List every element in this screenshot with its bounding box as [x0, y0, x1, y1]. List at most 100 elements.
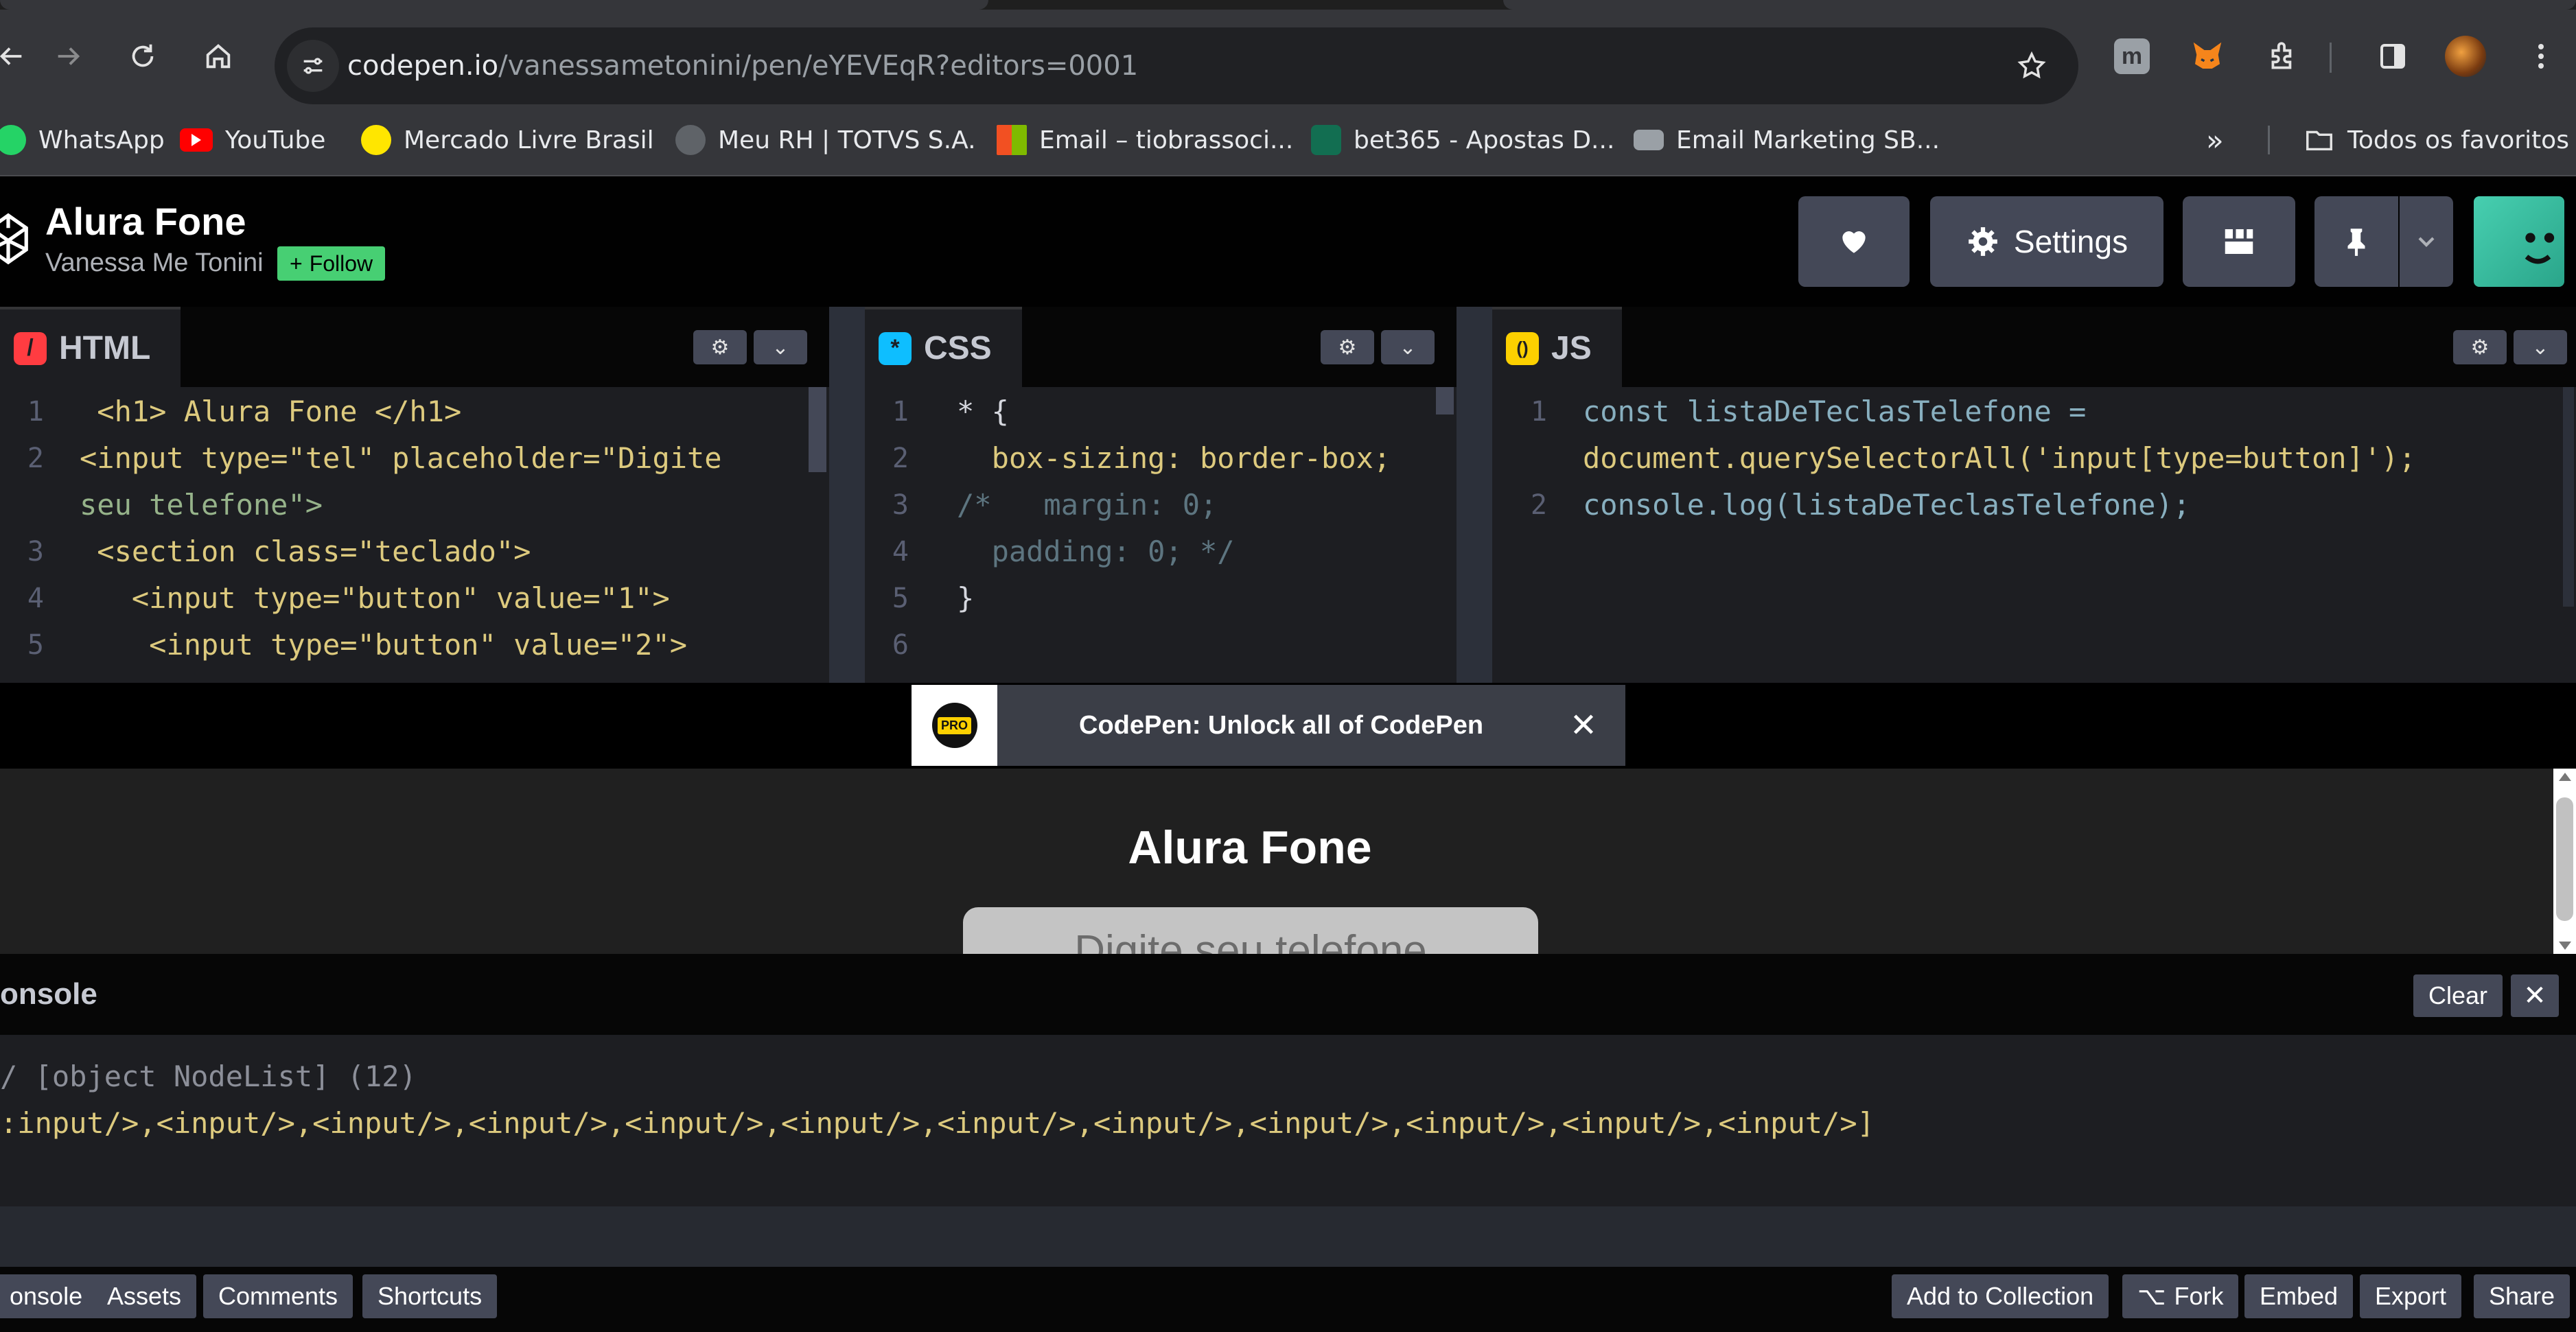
settings-button[interactable]: Settings [1930, 196, 2163, 287]
line-number: 2 [892, 443, 909, 474]
codepen-logo-icon[interactable] [0, 210, 30, 268]
css-editor: * CSS ⚙ ⌄ 1 2 3 4 5 6 * { box-sizing: bo… [865, 307, 1457, 683]
html-code-area[interactable]: 1 2 3 4 5 <h1> Alura Fone </h1> <input t… [0, 387, 829, 683]
site-info-icon[interactable] [287, 40, 339, 92]
pin-button[interactable] [2314, 196, 2398, 287]
code-line: } [957, 581, 975, 615]
more-bookmarks-chevron-icon[interactable]: » [2206, 105, 2224, 175]
pin-dropdown-button[interactable] [2400, 196, 2453, 287]
footer-button-label: Fork [2174, 1282, 2224, 1310]
share-button[interactable]: Share [2474, 1274, 2571, 1318]
html-editor: / HTML ⚙ ⌄ 1 2 3 4 5 <h1> Alura Fone </h… [0, 307, 829, 683]
bookmark-label: Mercado Livre Brasil [404, 126, 654, 154]
css-tab-label: CSS [924, 330, 992, 366]
css-code-area[interactable]: 1 2 3 4 5 6 * { box-sizing: border-box; … [865, 387, 1457, 683]
bookmark-youtube[interactable]: YouTube [180, 105, 325, 175]
editor-resizer[interactable] [1457, 307, 1492, 683]
js-settings-gear-icon[interactable]: ⚙ [2453, 330, 2507, 364]
footer-assets-button[interactable]: Assets [92, 1274, 197, 1318]
footer-comments-button[interactable]: Comments [203, 1274, 353, 1318]
preview-scrollbar[interactable] [2553, 769, 2576, 954]
html-scrollbar[interactable] [809, 387, 826, 472]
footer-shortcuts-button[interactable]: Shortcuts [362, 1274, 498, 1318]
browser-tab[interactable] [0, 0, 988, 10]
footer-console-button[interactable]: onsole [0, 1274, 98, 1318]
home-icon[interactable] [192, 30, 244, 82]
extension-m-icon[interactable]: m [2106, 30, 2158, 82]
css-settings-gear-icon[interactable]: ⚙ [1321, 330, 1374, 364]
line-number: 5 [892, 583, 909, 614]
console-clear-button[interactable]: Clear [2413, 974, 2503, 1017]
reload-icon[interactable] [117, 30, 169, 82]
console-close-icon[interactable]: ✕ [2511, 974, 2559, 1017]
bookmark-email-microsoft[interactable]: Email – tiobrassoci... [997, 105, 1293, 175]
bookmarks-bar: WhatsApp YouTube Mercado Livre Brasil Me… [0, 105, 2576, 176]
css-lang-icon: * [879, 331, 912, 365]
css-scrollbar[interactable] [1436, 387, 1454, 414]
all-bookmarks-folder[interactable]: Todos os favoritos [2304, 105, 2569, 175]
embed-button[interactable]: Embed [2244, 1274, 2354, 1318]
bookmark-whatsapp[interactable]: WhatsApp [0, 105, 165, 175]
forward-icon[interactable] [43, 30, 95, 82]
whatsapp-icon [0, 125, 26, 155]
css-options-chevron-down-icon[interactable]: ⌄ [1381, 330, 1435, 364]
js-scrollbar[interactable] [2563, 387, 2574, 607]
bookmark-mercado-livre[interactable]: Mercado Livre Brasil [361, 105, 654, 175]
footer-button-label: Embed [2260, 1282, 2339, 1310]
console-input-area[interactable] [0, 1206, 2576, 1267]
js-code-area[interactable]: 1 2 const listaDeTeclasTelefone = docume… [1492, 387, 2576, 683]
follow-button[interactable]: + Follow [277, 246, 386, 281]
code-line: * { [957, 395, 1009, 428]
editor-resizer[interactable] [829, 307, 865, 683]
url-text[interactable]: codepen.io/vanessametonini/pen/eYEVEqR?e… [347, 27, 1138, 104]
export-button[interactable]: Export [2360, 1274, 2462, 1318]
js-options-chevron-down-icon[interactable]: ⌄ [2514, 330, 2567, 364]
promo-banner[interactable]: PRO CodePen: Unlock all of CodePen ✕ [912, 685, 1625, 766]
user-avatar[interactable] [2474, 196, 2564, 287]
line-number: 2 [1530, 489, 1547, 521]
close-icon[interactable]: ✕ [1566, 708, 1601, 744]
browser-tab[interactable] [1503, 0, 2576, 10]
bookmark-label: Meu RH | TOTVS S.A. [718, 126, 976, 154]
bookmark-email-marketing[interactable]: Email Marketing SB... [1634, 105, 1940, 175]
bookmark-bet365[interactable]: bet365 - Apostas D... [1311, 105, 1614, 175]
code-line: padding: 0; */ [957, 535, 1235, 568]
bookmark-totvs[interactable]: Meu RH | TOTVS S.A. [675, 105, 976, 175]
line-number: 3 [27, 536, 44, 568]
star-icon[interactable] [2006, 40, 2058, 92]
extensions-icon[interactable] [2257, 30, 2309, 82]
side-panel-icon[interactable] [2367, 30, 2419, 82]
address-bar[interactable]: codepen.io/vanessametonini/pen/eYEVEqR?e… [275, 27, 2078, 104]
metamask-fox-icon[interactable] [2181, 30, 2233, 82]
html-options-chevron-down-icon[interactable]: ⌄ [754, 330, 807, 364]
scroll-down-icon[interactable] [2559, 942, 2571, 950]
scroll-up-icon[interactable] [2559, 773, 2571, 781]
pin-icon [2347, 229, 2365, 256]
menu-icon[interactable] [2515, 30, 2567, 82]
css-editor-tab[interactable]: * CSS [865, 307, 1022, 387]
js-editor-tab[interactable]: () JS [1492, 307, 1622, 387]
add-to-collection-button[interactable]: Add to Collection [1892, 1274, 2109, 1318]
console-title: onsole [0, 977, 97, 1011]
code-line: document.querySelectorAll('input[type=bu… [1583, 441, 2416, 475]
fork-button[interactable]: ⌥ Fork [2122, 1274, 2239, 1318]
change-view-button[interactable] [2183, 196, 2295, 287]
back-icon[interactable] [0, 30, 37, 82]
preview-phone-input[interactable]: Digite seu telefone [963, 907, 1538, 954]
footer-button-label: Comments [218, 1282, 338, 1310]
bookmark-label: WhatsApp [38, 126, 165, 154]
pen-title[interactable]: Alura Fone [45, 199, 246, 244]
preview-scrollbar-thumb[interactable] [2556, 797, 2573, 921]
code-line: <input type="button" value="1"> [80, 581, 670, 615]
preview-frame: Alura Fone Digite seu telefone [0, 769, 2553, 954]
html-settings-gear-icon[interactable]: ⚙ [693, 330, 747, 364]
microsoft-icon [997, 125, 1027, 155]
promo-text[interactable]: CodePen: Unlock all of CodePen [1079, 685, 1483, 766]
pro-badge-icon: PRO [912, 685, 997, 766]
like-button[interactable] [1798, 196, 1910, 287]
profile-avatar[interactable] [2439, 30, 2492, 82]
pen-author[interactable]: Vanessa Me Tonini [45, 248, 264, 278]
code-line: const listaDeTeclasTelefone = [1583, 395, 2087, 428]
fork-icon: ⌥ [2137, 1282, 2166, 1310]
html-editor-tab[interactable]: / HTML [0, 307, 181, 387]
